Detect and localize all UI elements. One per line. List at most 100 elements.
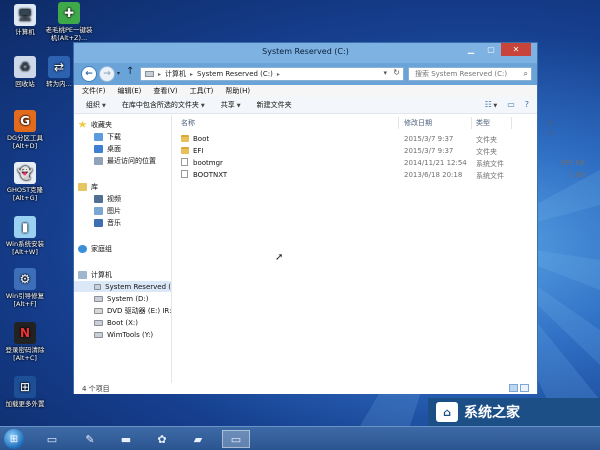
desktop-icon-pe-install[interactable]: ✚ 老毛桃PE一键装机(Alt+Z)... (44, 2, 94, 42)
nav-label: 桌面 (107, 144, 121, 153)
nav-label: System Reserved ( (105, 282, 171, 291)
minimize-button[interactable]: ▁ (461, 43, 481, 56)
forward-button[interactable]: → (99, 66, 115, 82)
file-date: 2013/6/18 20:18 (404, 171, 463, 179)
menu-tools[interactable]: 工具(T) (190, 86, 214, 96)
menu-edit[interactable]: 编辑(E) (118, 86, 142, 96)
desktop-icon-label: 回收站 (15, 80, 35, 88)
taskbar-item-drive[interactable]: ▬ (116, 430, 136, 448)
organize-button[interactable]: 组织 ▼ (86, 100, 106, 110)
nav-libraries[interactable]: 库 (78, 181, 175, 192)
desktop-icon-label: 加载更多外置 (5, 400, 45, 408)
chevron-down-icon: ▼ (200, 103, 205, 109)
nav-computer[interactable]: 计算机 (78, 269, 175, 280)
include-in-library-button[interactable]: 在库中包含所选的文件夹 ▼ (122, 100, 205, 110)
desktop-icon-load-more[interactable]: ⊞ 加载更多外置 (0, 376, 52, 408)
desktop-icon-diskgenius[interactable]: G DG分区工具 [Alt+D] (0, 110, 52, 150)
maximize-button[interactable]: ▢ (481, 43, 501, 56)
column-divider[interactable] (398, 117, 399, 129)
desktop-icon-ghost[interactable]: 👻 GHOST克隆 [Alt+G] (0, 162, 52, 202)
tools-icon: ✎ (85, 432, 95, 446)
file-row-bootnxt[interactable]: BOOTNXT 2013/6/18 20:18 系统文件 1 KB (173, 169, 593, 181)
explorer-window: System Reserved (C:) ▁ ▢ ✕ ← → ▾ ↑ ▸ 计算机… (73, 42, 585, 394)
desktop-icon-convert[interactable]: ⇄ 转为内... (44, 56, 74, 88)
nav-label: Boot (X:) (107, 318, 138, 327)
column-divider[interactable] (471, 117, 472, 129)
drive-icon (94, 295, 103, 302)
menu-file[interactable]: 文件(F) (82, 86, 106, 96)
file-type: 系统文件 (476, 160, 504, 168)
nav-drive-system-reserved[interactable]: System Reserved ( (74, 281, 171, 292)
details-view-button[interactable] (509, 384, 518, 392)
file-row-boot[interactable]: Boot 2015/3/7 9:37 文件夹 (173, 133, 533, 145)
desktop-icon-win-install[interactable]: ▮ Win系统安装 [Alt+W] (0, 216, 52, 256)
desktop-icon-label: 计算机 (15, 28, 35, 36)
organize-label: 组织 (86, 101, 100, 109)
breadcrumb-drive[interactable]: System Reserved (C:) (197, 70, 273, 78)
dvd-drive-icon (94, 307, 103, 314)
file-row-efi[interactable]: EFI 2015/3/7 9:37 文件夹 (173, 145, 533, 157)
chevron-down-icon: ▼ (236, 103, 241, 109)
videos-icon (94, 194, 103, 203)
column-header-size[interactable]: 大小 (547, 118, 554, 137)
search-input[interactable] (415, 70, 515, 78)
nav-label: WimTools (Y:) (107, 330, 154, 339)
desktop-icon-label: GHOST克隆 [Alt+G] (6, 186, 44, 202)
large-icons-view-button[interactable] (520, 384, 529, 392)
taskbar-item-settings[interactable]: ✿ (152, 430, 172, 448)
column-header-type[interactable]: 类型 (476, 118, 490, 128)
close-button[interactable]: ✕ (501, 43, 531, 56)
nav-label: 家庭组 (91, 244, 112, 253)
taskbar-item-explorer[interactable]: ▭ (222, 430, 250, 448)
menu-view[interactable]: 查看(V) (153, 86, 177, 96)
password-clear-icon: N (14, 322, 36, 344)
taskbar-item-tools[interactable]: ✎ (80, 430, 100, 448)
column-divider[interactable] (511, 117, 512, 129)
column-header-name[interactable]: 名称 (181, 118, 195, 128)
file-date: 2015/3/7 9:37 (404, 135, 454, 143)
nav-label: 库 (91, 182, 98, 191)
navigation-pane: 收藏夹 下载 桌面 最近访问的位置 库 视频 图片 音乐 家庭组 计算机 Sys… (74, 115, 172, 383)
recent-places-icon (94, 156, 103, 165)
folder-icon (181, 135, 189, 142)
nav-homegroup[interactable]: 家庭组 (78, 243, 175, 254)
address-dropdown-icon[interactable]: ▾ (383, 69, 387, 77)
menu-help[interactable]: 帮助(H) (225, 86, 250, 96)
recent-locations-dropdown[interactable]: ▾ (117, 70, 120, 77)
downloads-icon (94, 132, 103, 141)
toolbar-right: ☷ ▼ ▭ ? (485, 100, 529, 109)
file-size: 1 KB (568, 171, 585, 179)
new-folder-button[interactable]: 新建文件夹 (257, 100, 292, 110)
load-more-icon: ⊞ (14, 376, 36, 398)
nav-label: 图片 (107, 206, 121, 215)
desktop-icon-boot-repair[interactable]: ⚙ Win引导修复 [Alt+F] (0, 268, 52, 308)
taskbar-item-tablet[interactable]: ▰ (188, 430, 208, 448)
music-icon (94, 218, 103, 227)
change-view-button[interactable]: ☷ ▼ (485, 100, 498, 109)
help-button[interactable]: ? (525, 100, 529, 109)
back-button[interactable]: ← (81, 66, 97, 82)
search-icon[interactable]: ⌕ (524, 69, 528, 79)
file-name: EFI (193, 147, 204, 155)
up-button[interactable]: ↑ (126, 66, 134, 77)
desktop-icon-password-clear[interactable]: N 登录密码清除 [Alt+C] (0, 322, 52, 362)
view-switcher (509, 384, 529, 392)
column-header-date[interactable]: 修改日期 (404, 118, 432, 128)
close-icon: ✕ (512, 45, 520, 54)
window-titlebar[interactable]: System Reserved (C:) ▁ ▢ ✕ (74, 43, 537, 63)
file-row-bootmgr[interactable]: bootmgr 2014/11/21 12:54 系统文件 395 KB (173, 157, 593, 169)
nav-favorites[interactable]: 收藏夹 (78, 119, 175, 130)
breadcrumb-computer[interactable]: 计算机 (165, 69, 186, 79)
refresh-icon[interactable]: ↻ (393, 68, 400, 77)
tablet-icon: ▰ (193, 432, 203, 446)
window-controls: ▁ ▢ ✕ (461, 43, 531, 56)
star-icon (78, 120, 87, 128)
convert-icon: ⇄ (48, 56, 70, 78)
taskbar-item-screen[interactable]: ▭ (42, 430, 62, 448)
search-box[interactable]: ⌕ (408, 67, 532, 81)
file-date: 2014/11/21 12:54 (404, 159, 467, 167)
start-button[interactable]: ⊞ (4, 429, 24, 449)
address-bar[interactable]: ▸ 计算机 ▸ System Reserved (C:) ▸ ▾ ↻ (140, 67, 404, 81)
preview-pane-button[interactable]: ▭ (507, 100, 515, 109)
share-button[interactable]: 共享 ▼ (221, 100, 241, 110)
